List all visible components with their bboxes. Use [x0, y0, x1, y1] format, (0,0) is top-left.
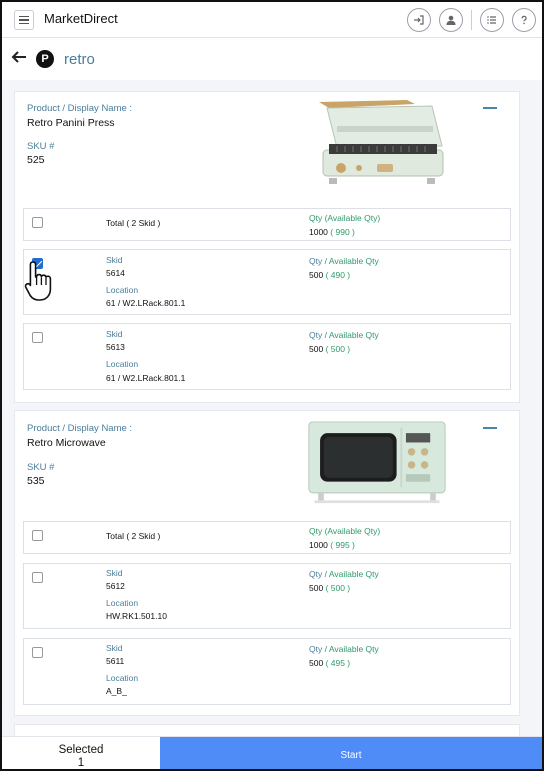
- skid-row[interactable]: Skid 5611 Location A_B_ Qty / Available …: [23, 638, 511, 705]
- qty-label: Qty / Available Qty: [309, 644, 379, 654]
- qty-value: 1000 ( 990 ): [309, 227, 355, 237]
- skid-checkbox[interactable]: [32, 572, 43, 583]
- skid-value: 5614: [106, 268, 125, 278]
- sku-label: SKU #: [27, 462, 55, 473]
- skid-value: 5612: [106, 581, 125, 591]
- hand-pointer-icon: [24, 261, 52, 301]
- skid-row[interactable]: Skid 5614 Location 61 / W2.LRack.801.1 Q…: [23, 249, 511, 315]
- sku-value: 535: [27, 475, 45, 487]
- total-row[interactable]: Total ( 2 Skid ) Qty (Available Qty) 100…: [23, 208, 511, 241]
- product-card: Product / Display Name : Retro Panini Pr…: [14, 91, 520, 403]
- divider: [471, 10, 472, 30]
- search-term: retro: [64, 51, 95, 68]
- search-header: P retro: [2, 38, 542, 80]
- product-card: Product / Display Name : Retro Microwave…: [14, 410, 520, 716]
- qty-value: 500 ( 500 ): [309, 583, 351, 593]
- arrow-left-icon[interactable]: [10, 50, 28, 69]
- total-checkbox[interactable]: [32, 530, 43, 541]
- qty-value: 500 ( 490 ): [309, 270, 351, 280]
- location-label: Location: [106, 285, 139, 295]
- qty-label: Qty / Available Qty: [309, 330, 379, 340]
- qty-value: 1000 ( 995 ): [309, 540, 355, 550]
- product-name: Retro Panini Press: [27, 117, 115, 129]
- sign-in-icon[interactable]: [407, 8, 431, 32]
- qty-available-label: Qty (Available Qty): [309, 213, 381, 223]
- user-icon[interactable]: [439, 8, 463, 32]
- product-name-label: Product / Display Name :: [27, 423, 133, 434]
- product-name: Retro Microwave: [27, 437, 106, 449]
- selected-label: Selected: [58, 744, 104, 756]
- skid-label: Skid: [106, 643, 123, 653]
- qty-value: 500 ( 500 ): [309, 344, 351, 354]
- selected-count: 1: [77, 757, 85, 769]
- location-label: Location: [106, 598, 139, 608]
- skid-label: Skid: [106, 329, 123, 339]
- list-icon[interactable]: [480, 8, 504, 32]
- selected-counter: Selected 1: [2, 737, 160, 769]
- qty-value: 500 ( 495 ): [309, 658, 351, 668]
- location-value: HW.RK1.501.10: [106, 611, 167, 621]
- minus-icon[interactable]: [483, 427, 497, 429]
- skid-row[interactable]: Skid 5612 Location HW.RK1.501.10 Qty / A…: [23, 563, 511, 629]
- location-label: Location: [106, 359, 139, 369]
- qty-label: Qty / Available Qty: [309, 569, 379, 579]
- sku-label: SKU #: [27, 141, 55, 152]
- product-name-label: Product / Display Name :: [27, 103, 133, 114]
- location-value: A_B_: [106, 686, 127, 696]
- qty-label: Qty / Available Qty: [309, 256, 379, 266]
- skid-label: Skid: [106, 568, 123, 578]
- skid-label: Skid: [106, 255, 123, 265]
- top-icon-group: [407, 8, 536, 32]
- location-label: Location: [106, 673, 139, 683]
- skid-value: 5613: [106, 342, 125, 352]
- app-frame: MarketDirect P retro Product / Display N…: [0, 0, 544, 771]
- skid-checkbox[interactable]: [32, 332, 43, 343]
- minus-icon[interactable]: [483, 107, 497, 109]
- qty-available-label: Qty (Available Qty): [309, 526, 381, 536]
- total-checkbox[interactable]: [32, 217, 43, 228]
- p-badge: P: [36, 50, 54, 68]
- total-text: Total ( 2 Skid ): [106, 218, 161, 228]
- sku-value: 525: [27, 154, 45, 166]
- help-icon[interactable]: [512, 8, 536, 32]
- hamburger-icon[interactable]: [14, 10, 34, 30]
- footer-bar: Selected 1 Start: [2, 736, 542, 769]
- start-button[interactable]: Start: [160, 737, 542, 769]
- skid-checkbox[interactable]: [32, 647, 43, 658]
- location-value: 61 / W2.LRack.801.1: [106, 373, 186, 383]
- microwave-image: [308, 421, 446, 504]
- top-bar: MarketDirect: [2, 2, 542, 38]
- total-row[interactable]: Total ( 2 Skid ) Qty (Available Qty) 100…: [23, 521, 511, 554]
- location-value: 61 / W2.LRack.801.1: [106, 298, 186, 308]
- panini-press-image: [319, 100, 444, 184]
- total-text: Total ( 2 Skid ): [106, 531, 161, 541]
- skid-row[interactable]: Skid 5613 Location 61 / W2.LRack.801.1 Q…: [23, 323, 511, 390]
- skid-value: 5611: [106, 656, 125, 666]
- app-title: MarketDirect: [44, 11, 118, 26]
